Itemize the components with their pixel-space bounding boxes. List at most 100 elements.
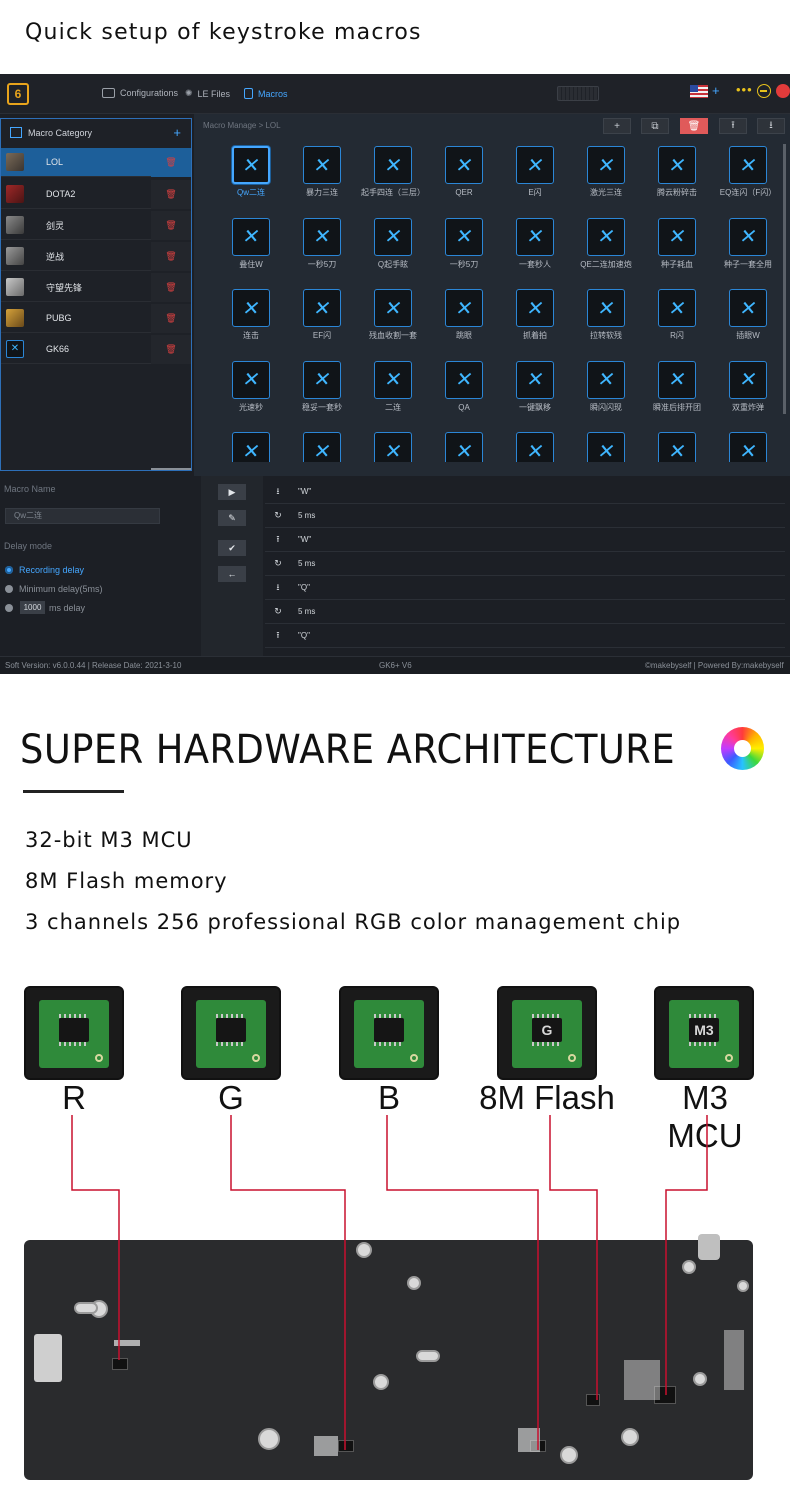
macro-item[interactable]: ✕ QE二连加速炮 [571, 216, 641, 286]
tab-configurations[interactable]: Configurations [102, 88, 178, 98]
macro-item[interactable]: ✕ 残血收割一套 [358, 287, 428, 357]
macro-item[interactable]: ✕ [216, 430, 286, 462]
category-item-overwatch[interactable]: 守望先锋 🗑 [1, 273, 191, 302]
macro-step[interactable]: ↻ 5 ms [265, 600, 785, 624]
grid-scrollbar[interactable] [783, 144, 786, 414]
trash-icon[interactable]: 🗑 [151, 180, 191, 209]
category-label: DOTA2 [46, 189, 76, 199]
add-device-icon[interactable]: + [712, 83, 720, 98]
pcb-board: G [512, 1000, 582, 1068]
macro-item[interactable]: ✕ 一键飘移 [500, 359, 570, 429]
macro-name-input[interactable]: Qw二连 [5, 508, 160, 524]
trash-icon[interactable]: 🗑 [151, 148, 191, 177]
pin-dot [568, 1054, 576, 1062]
category-item-nizhan[interactable]: 逆战 🗑 [1, 242, 191, 271]
back-button[interactable]: ← [218, 566, 246, 582]
macro-item[interactable]: ✕ 抓着拍 [500, 287, 570, 357]
macro-item[interactable]: ✕ 稳妥一套秒 [287, 359, 357, 429]
macro-item[interactable]: ✕ [429, 430, 499, 462]
more-icon[interactable]: ••• [736, 82, 753, 97]
macro-item[interactable]: ✕ [287, 430, 357, 462]
macro-item[interactable]: ✕ 激光三连 [571, 144, 641, 214]
macro-item[interactable]: ✕ 跳眼 [429, 287, 499, 357]
macro-item[interactable]: ✕ 光速秒 [216, 359, 286, 429]
macro-step[interactable]: ⭳ "W" [265, 480, 785, 504]
macro-item[interactable]: ✕ 瞬准后排开团 [642, 359, 712, 429]
sidebar-scrollbar[interactable] [151, 468, 191, 470]
trash-icon[interactable]: 🗑 [151, 211, 191, 240]
radio-custom-delay[interactable] [5, 604, 13, 612]
macro-glyph: ✕ [595, 369, 617, 391]
macro-item[interactable]: ✕ 一秒5刀 [429, 216, 499, 286]
us-flag-icon[interactable] [690, 85, 708, 98]
delete-macro-button[interactable]: 🗑 [680, 118, 708, 134]
macro-item[interactable]: ✕ 腾云粉碎击 [642, 144, 712, 214]
trash-icon[interactable]: 🗑 [151, 304, 191, 333]
macro-item[interactable]: ✕ QER [429, 144, 499, 214]
confirm-button[interactable]: ✔ [218, 540, 246, 556]
macro-item[interactable]: ✕ QA [429, 359, 499, 429]
macro-item[interactable]: ✕ [571, 430, 641, 462]
check-icon: ✔ [228, 542, 236, 553]
add-macro-button[interactable]: + [603, 118, 631, 134]
macro-x-icon: ✕ [729, 289, 767, 327]
macro-manage-panel: Macro Manage > LOL + ⧉ 🗑 ⭱ ⭳ ✕ Qw二连 ✕ 暴力三连 ✕… [194, 114, 790, 476]
macro-item[interactable]: ✕ Qw二连 [216, 144, 286, 214]
keyboard-thumbnail[interactable] [557, 86, 599, 101]
macro-item[interactable]: ✕ EF闪 [287, 287, 357, 357]
export-macro-button[interactable]: ⭳ [757, 118, 785, 134]
macro-step[interactable]: ⭳ "Q" [265, 576, 785, 600]
copy-macro-button[interactable]: ⧉ [641, 118, 669, 134]
macro-item[interactable]: ✕ 瞬闪闪现 [571, 359, 641, 429]
trash-icon[interactable]: 🗑 [151, 242, 191, 271]
close-button[interactable] [776, 84, 790, 98]
macro-item[interactable]: ✕ 拉转软残 [571, 287, 641, 357]
macro-item[interactable]: ✕ [642, 430, 712, 462]
tab-le-files[interactable]: ✺ LE Files [185, 88, 230, 99]
macro-glyph: ✕ [666, 297, 688, 320]
macro-item[interactable]: ✕ EQ连闪（F闪） [713, 144, 776, 214]
macro-item[interactable]: ✕ 二连 [358, 359, 428, 429]
macro-item[interactable]: ✕ [500, 430, 570, 462]
macro-item[interactable]: ✕ 插眼W [713, 287, 776, 357]
radio-recording-delay[interactable] [5, 566, 13, 574]
trash-icon[interactable]: 🗑 [151, 335, 191, 364]
macro-x-icon: ✕ [587, 146, 625, 184]
macro-item[interactable]: ✕ 暴力三连 [287, 144, 357, 214]
play-button[interactable]: ▶ [218, 484, 246, 500]
macro-step[interactable]: ⭱ "W" [265, 528, 785, 552]
add-category-button[interactable]: + [173, 125, 181, 140]
macro-step[interactable]: ⭱ "Q" [265, 624, 785, 648]
import-macro-button[interactable]: ⭱ [719, 118, 747, 134]
category-item-dota2[interactable]: DOTA2 🗑 [1, 180, 191, 209]
category-item-blade-soul[interactable]: 剑灵 🗑 [1, 211, 191, 240]
macro-step[interactable]: ↻ 5 ms [265, 552, 785, 576]
category-item-lol[interactable]: LOL 🗑 [1, 148, 191, 177]
radio-minimum-delay[interactable] [5, 585, 13, 593]
macro-item[interactable]: ✕ 种子耗血 [642, 216, 712, 286]
macro-item[interactable]: ✕ 起手四连（三层） [358, 144, 428, 214]
trash-icon[interactable]: 🗑 [151, 273, 191, 302]
category-item-pubg[interactable]: PUBG 🗑 [1, 304, 191, 333]
macro-label: 跳眼 [456, 331, 472, 340]
macro-item[interactable]: ✕ Q起手眩 [358, 216, 428, 286]
macro-item[interactable]: ✕ 种子一套全用 [713, 216, 776, 286]
screw-hole [373, 1374, 389, 1390]
macro-item[interactable]: ✕ 一套秒人 [500, 216, 570, 286]
macro-item[interactable]: ✕ 叠住W [216, 216, 286, 286]
macro-item[interactable]: ✕ 双重炸弹 [713, 359, 776, 429]
macro-item[interactable]: ✕ 连击 [216, 287, 286, 357]
minimize-button[interactable] [757, 84, 771, 98]
edit-button[interactable]: ✎ [218, 510, 246, 526]
macro-x-icon: ✕ [516, 360, 554, 399]
macro-step[interactable]: ↻ 5 ms [265, 504, 785, 528]
macro-item[interactable]: ✕ R闪 [642, 287, 712, 357]
category-item-gk66[interactable]: ✕ GK66 🗑 [1, 335, 191, 364]
custom-delay-input[interactable]: 1000 [20, 601, 45, 614]
macro-item[interactable]: ✕ [358, 430, 428, 462]
macro-item[interactable]: ✕ E闪 [500, 144, 570, 214]
macro-item[interactable]: ✕ 一秒5刀 [287, 216, 357, 286]
macro-item[interactable]: ✕ [713, 430, 776, 462]
pcb-board [354, 1000, 424, 1068]
tab-macros[interactable]: Macros [244, 88, 288, 99]
